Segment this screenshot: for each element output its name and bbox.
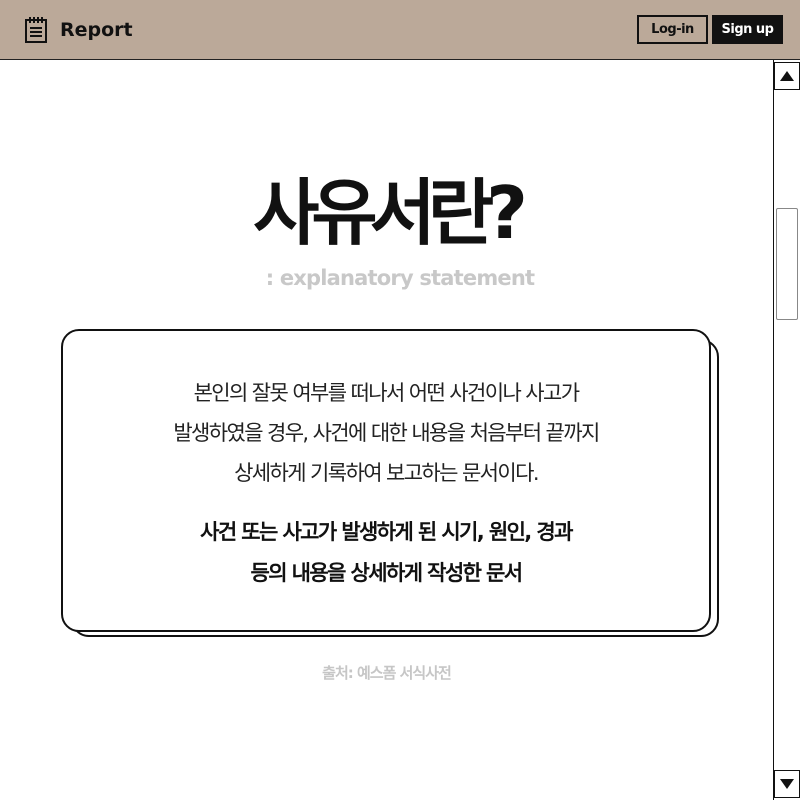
notepad-icon	[25, 17, 47, 43]
triangle-up-icon	[780, 71, 794, 81]
emphasis-line: 사건 또는 사고가 발생하게 된 시기, 원인, 경과	[200, 520, 573, 544]
definition-line: 발생하였을 경우, 사건에 대한 내용을 처음부터 끝까지	[173, 421, 600, 445]
brand[interactable]: Report	[24, 16, 133, 44]
definition-line: 본인의 잘못 여부를 떠나서 어떤 사건이나 사고가	[193, 381, 580, 405]
source-citation: 출처: 예스폼 서식사전	[322, 664, 452, 682]
emphasis-line: 등의 내용을 상세하게 작성한 문서	[250, 561, 524, 585]
page-subtitle: : explanatory statement	[265, 266, 535, 290]
scroll-down-button[interactable]	[774, 770, 800, 798]
signup-button[interactable]: Sign up	[712, 15, 783, 44]
definition-card: 본인의 잘못 여부를 떠나서 어떤 사건이나 사고가 발생하였을 경우, 사건에…	[61, 329, 711, 632]
scroll-thumb[interactable]	[776, 208, 798, 320]
definition-text: 본인의 잘못 여부를 떠나서 어떤 사건이나 사고가 발생하였을 경우, 사건에…	[63, 373, 709, 493]
triangle-down-icon	[780, 779, 794, 789]
page-title: 사유서란?	[253, 171, 528, 255]
app-header: Report Log-in Sign up	[0, 0, 800, 60]
scroll-up-button[interactable]	[774, 62, 800, 90]
vertical-scrollbar[interactable]	[773, 60, 800, 800]
definition-line: 상세하게 기록하여 보고하는 문서이다.	[234, 461, 539, 485]
brand-title: Report	[60, 19, 133, 41]
definition-emphasis: 사건 또는 사고가 발생하게 된 시기, 원인, 경과 등의 내용을 상세하게 …	[63, 512, 709, 594]
login-button[interactable]: Log-in	[637, 15, 708, 44]
